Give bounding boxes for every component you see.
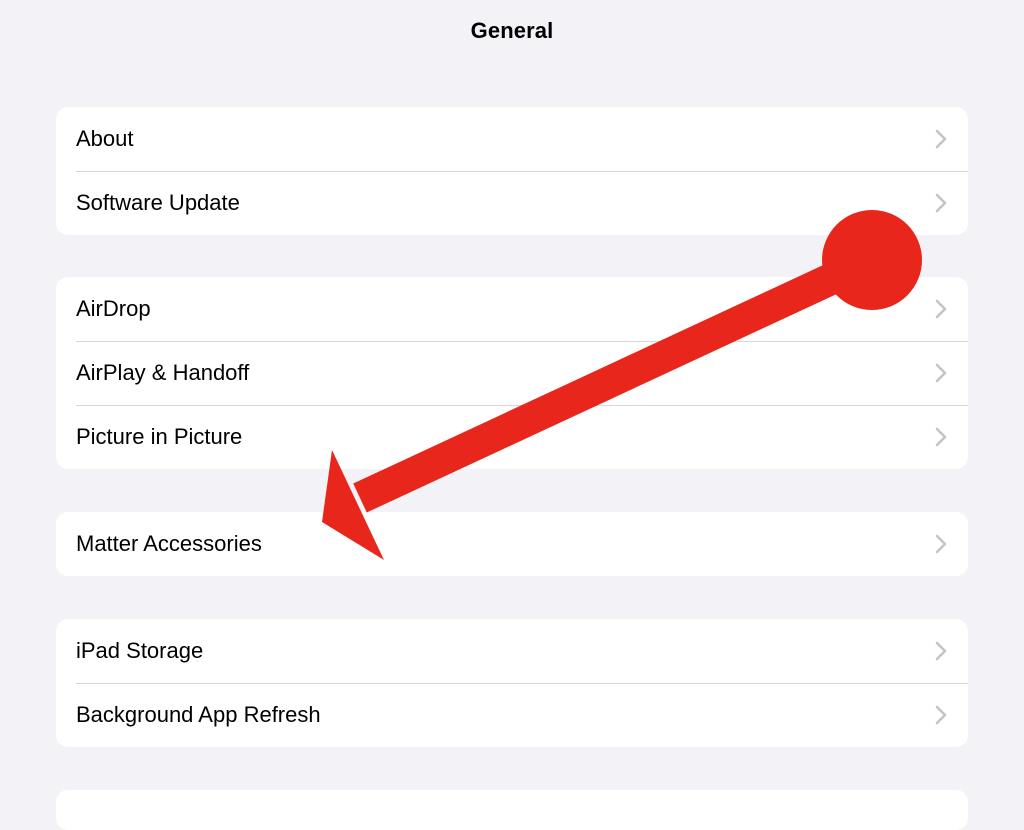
row-about[interactable]: About (56, 107, 968, 171)
chevron-right-icon (934, 192, 948, 214)
settings-group-matter: Matter Accessories (56, 512, 968, 576)
chevron-right-icon (934, 640, 948, 662)
row-label: Software Update (76, 190, 240, 215)
row-label: iPad Storage (76, 638, 204, 663)
row-airplay-handoff[interactable]: AirPlay & Handoff (56, 341, 968, 405)
row-software-update[interactable]: Software Update (56, 171, 968, 235)
row-picture-in-picture[interactable]: Picture in Picture (56, 405, 968, 469)
row-background-app-refresh[interactable]: Background App Refresh (56, 683, 968, 747)
row-label: Matter Accessories (76, 531, 262, 556)
chevron-right-icon (934, 533, 948, 555)
settings-group-partial (56, 790, 968, 830)
chevron-right-icon (934, 362, 948, 384)
settings-group-storage: iPad Storage Background App Refresh (56, 619, 968, 747)
page-title: General (470, 18, 554, 43)
chevron-right-icon (934, 298, 948, 320)
row-label: Background App Refresh (76, 702, 321, 727)
chevron-right-icon (934, 426, 948, 448)
settings-group-about: About Software Update (56, 107, 968, 235)
settings-group-sharing: AirDrop AirPlay & Handoff Picture in Pic… (56, 277, 968, 469)
row-label: About (76, 126, 134, 151)
row-matter-accessories[interactable]: Matter Accessories (56, 512, 968, 576)
row-label: AirPlay & Handoff (76, 360, 250, 385)
chevron-right-icon (934, 128, 948, 150)
row-ipad-storage[interactable]: iPad Storage (56, 619, 968, 683)
row-label: Picture in Picture (76, 424, 243, 449)
chevron-right-icon (934, 704, 948, 726)
row-label: AirDrop (76, 296, 151, 321)
row-airdrop[interactable]: AirDrop (56, 277, 968, 341)
